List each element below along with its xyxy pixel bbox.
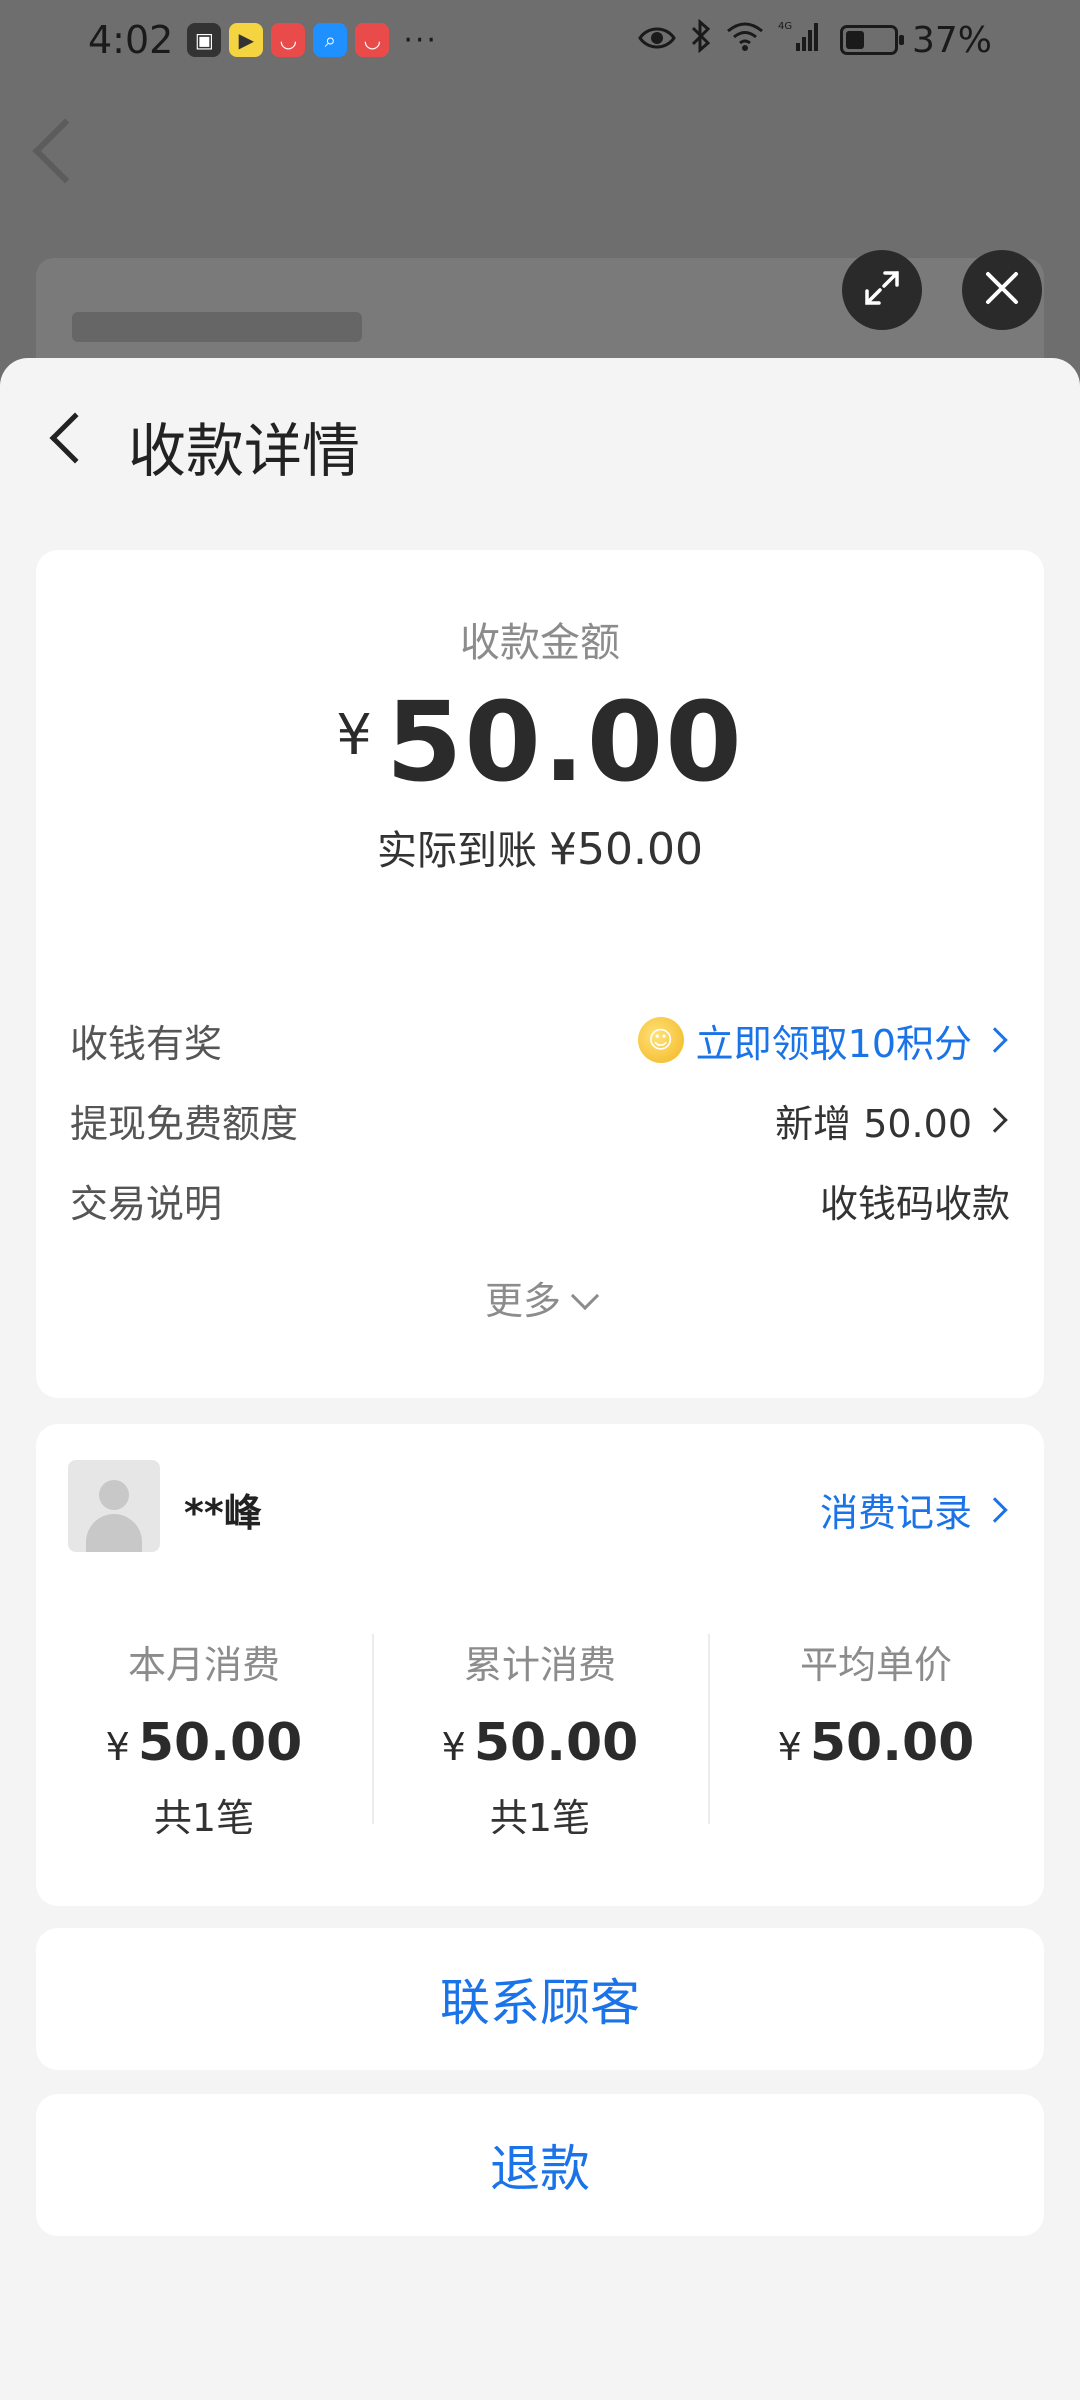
game-app-icon: ▣ bbox=[187, 23, 222, 57]
more-label: 更多 bbox=[484, 1279, 561, 1323]
customer-name: **峰 bbox=[184, 1491, 262, 1535]
withdraw-quota-link[interactable]: 新增 50.00 bbox=[775, 1093, 1010, 1148]
chevron-right-icon bbox=[982, 1107, 1008, 1133]
stat-label: 平均单价 bbox=[799, 1643, 952, 1687]
more-notifications-icon: ··· bbox=[403, 22, 438, 58]
video-app-icon: ▶ bbox=[229, 23, 264, 57]
customer-stats: 本月消费 ¥50.00 共1笔 累计消费 ¥50.00 共1笔 平均单价 ¥50… bbox=[36, 1634, 1044, 1840]
battery-icon bbox=[839, 25, 904, 55]
currency-symbol: ¥ bbox=[105, 1725, 130, 1769]
currency-symbol: ¥ bbox=[336, 703, 372, 768]
background-placeholder bbox=[72, 312, 362, 342]
received-value: ¥50.00 bbox=[549, 824, 703, 875]
withdraw-quota-label: 提现免费额度 bbox=[70, 1101, 299, 1146]
stat-value: ¥50.00 bbox=[36, 1713, 372, 1773]
stat-count: 共1笔 bbox=[489, 1796, 591, 1840]
customer-card: **峰 消费记录 本月消费 ¥50.00 共1笔 累计消费 ¥50.00 共1笔… bbox=[36, 1424, 1044, 1906]
cellular-signal-icon: 4G bbox=[778, 19, 822, 61]
coin-icon: ☺ bbox=[637, 1017, 684, 1063]
payment-detail-sheet: 收款详情 收款金额 ¥50.00 实际到账 ¥50.00 收钱有奖 ☺ 立即领取1… bbox=[0, 358, 1080, 2400]
bluetooth-icon bbox=[690, 18, 712, 61]
withdraw-quota-row[interactable]: 提现免费额度 新增 50.00 bbox=[70, 1090, 1010, 1150]
amount-label: 收款金额 bbox=[460, 620, 620, 666]
transaction-note-value: 收钱码收款 bbox=[819, 1181, 1010, 1226]
status-time: 4:02 bbox=[88, 18, 174, 62]
more-toggle[interactable]: 更多 bbox=[36, 1270, 1044, 1325]
stat-number: 50.00 bbox=[809, 1713, 975, 1773]
withdraw-quota-value: 新增 50.00 bbox=[775, 1101, 972, 1146]
chevron-right-icon bbox=[982, 1496, 1008, 1523]
back-arrow-icon bbox=[49, 412, 101, 464]
transaction-note-row: 交易说明 收钱码收款 bbox=[70, 1170, 1010, 1230]
chevron-right-icon bbox=[982, 1027, 1008, 1053]
chevron-down-icon bbox=[570, 1281, 600, 1311]
page-title: 收款详情 bbox=[128, 417, 361, 485]
stat-value: ¥50.00 bbox=[372, 1713, 708, 1773]
reward-link[interactable]: ☺ 立即领取10积分 bbox=[637, 1013, 1010, 1068]
wifi-icon bbox=[726, 21, 764, 59]
currency-symbol: ¥ bbox=[777, 1725, 802, 1769]
stat-label: 累计消费 bbox=[463, 1643, 616, 1687]
avatar bbox=[68, 1460, 160, 1552]
background-back-icon bbox=[32, 118, 98, 184]
expand-icon bbox=[862, 268, 902, 312]
reward-label: 收钱有奖 bbox=[70, 1021, 223, 1066]
search-app-icon: ⌕ bbox=[313, 23, 348, 57]
status-right: 4G 37% bbox=[638, 18, 992, 61]
eye-icon bbox=[638, 21, 676, 59]
sheet-header: 收款详情 bbox=[0, 358, 1080, 518]
contact-customer-button[interactable]: 联系顾客 bbox=[36, 1928, 1044, 2070]
svg-text:4G: 4G bbox=[778, 21, 792, 32]
records-label: 消费记录 bbox=[819, 1491, 972, 1535]
status-bar: 4:02 ▣ ▶ ◡ ⌕ ◡ ··· 4G 37% bbox=[0, 0, 1080, 80]
received-label: 实际到账 bbox=[377, 828, 538, 874]
stat-count: 共1笔 bbox=[153, 1796, 255, 1840]
stat-number: 50.00 bbox=[473, 1713, 639, 1773]
reward-value: 立即领取10积分 bbox=[695, 1021, 972, 1066]
back-button[interactable] bbox=[40, 406, 101, 470]
consumption-records-link[interactable]: 消费记录 bbox=[820, 1482, 1010, 1537]
reward-row[interactable]: 收钱有奖 ☺ 立即领取10积分 bbox=[70, 1010, 1010, 1070]
stat-total: 累计消费 ¥50.00 共1笔 bbox=[372, 1634, 708, 1840]
close-button[interactable] bbox=[962, 250, 1042, 330]
close-icon bbox=[984, 270, 1020, 310]
stat-value: ¥50.00 bbox=[708, 1713, 1044, 1773]
expand-button[interactable] bbox=[842, 250, 922, 330]
received-amount: 实际到账 ¥50.00 bbox=[36, 818, 1044, 876]
battery-percent: 37% bbox=[911, 19, 992, 61]
stat-number: 50.00 bbox=[137, 1713, 303, 1773]
shop-app-icon: ◡ bbox=[271, 23, 306, 57]
stat-average: 平均单价 ¥50.00 bbox=[708, 1634, 1044, 1834]
shop-app-icon-2: ◡ bbox=[355, 23, 390, 57]
stat-label: 本月消费 bbox=[127, 1643, 280, 1687]
amount-card: 收款金额 ¥50.00 实际到账 ¥50.00 收钱有奖 ☺ 立即领取10积分 提… bbox=[36, 550, 1044, 1398]
stat-monthly: 本月消费 ¥50.00 共1笔 bbox=[36, 1634, 372, 1840]
currency-symbol: ¥ bbox=[441, 1725, 466, 1769]
refund-button[interactable]: 退款 bbox=[36, 2094, 1044, 2236]
amount-number: 50.00 bbox=[385, 678, 744, 806]
amount-value: ¥50.00 bbox=[36, 678, 1044, 806]
transaction-note-label: 交易说明 bbox=[70, 1181, 223, 1226]
